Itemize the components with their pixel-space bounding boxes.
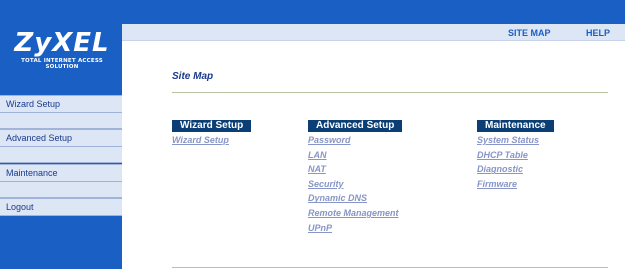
link-upnp[interactable]: UPnP <box>308 221 402 236</box>
sidebar-divider <box>0 146 122 163</box>
link-diagnostic[interactable]: Diagnostic <box>477 162 554 177</box>
site-map-link[interactable]: SITE MAP <box>508 28 551 38</box>
page-title: Site Map <box>172 71 214 82</box>
link-dhcp-table[interactable]: DHCP Table <box>477 148 554 163</box>
top-banner <box>0 0 625 24</box>
link-nat[interactable]: NAT <box>308 162 402 177</box>
link-dynamic-dns[interactable]: Dynamic DNS <box>308 191 402 206</box>
logo-tagline: TOTAL INTERNET ACCESS SOLUTION <box>21 58 103 70</box>
column-heading: Maintenance <box>477 120 554 132</box>
link-remote-management[interactable]: Remote Management <box>308 206 402 221</box>
sidebar-item-wizard-setup[interactable]: Wizard Setup <box>0 95 122 113</box>
column-heading: Wizard Setup <box>172 120 252 132</box>
logo-wordmark: ZyXEL <box>14 28 110 58</box>
link-security[interactable]: Security <box>308 177 402 192</box>
sidebar-item-advanced-setup[interactable]: Advanced Setup <box>0 129 122 147</box>
column-heading: Advanced Setup <box>308 120 403 132</box>
sidebar-divider <box>0 112 122 129</box>
link-lan[interactable]: LAN <box>308 148 402 163</box>
bottom-divider <box>172 267 608 268</box>
column-wizard-setup: Wizard Setup Wizard Setup <box>172 115 252 148</box>
sidebar-item-logout[interactable]: Logout <box>0 198 122 216</box>
column-advanced-setup: Advanced Setup Password LAN NAT Security… <box>308 115 403 236</box>
link-wizard-setup[interactable]: Wizard Setup <box>172 133 251 148</box>
link-firmware[interactable]: Firmware <box>477 177 554 192</box>
header-bar: SITE MAP HELP <box>122 24 625 41</box>
link-password[interactable]: Password <box>308 133 402 148</box>
link-system-status[interactable]: System Status <box>477 133 554 148</box>
sidebar-item-maintenance[interactable]: Maintenance <box>0 164 122 182</box>
zyxel-logo: ZyXEL TOTAL INTERNET ACCESS SOLUTION <box>6 28 118 74</box>
help-link[interactable]: HELP <box>586 28 610 38</box>
title-divider <box>172 92 608 93</box>
main-content: Site Map Wizard Setup Wizard Setup Advan… <box>122 41 625 269</box>
column-maintenance: Maintenance System Status DHCP Table Dia… <box>477 115 554 191</box>
sidebar-divider <box>0 181 122 198</box>
